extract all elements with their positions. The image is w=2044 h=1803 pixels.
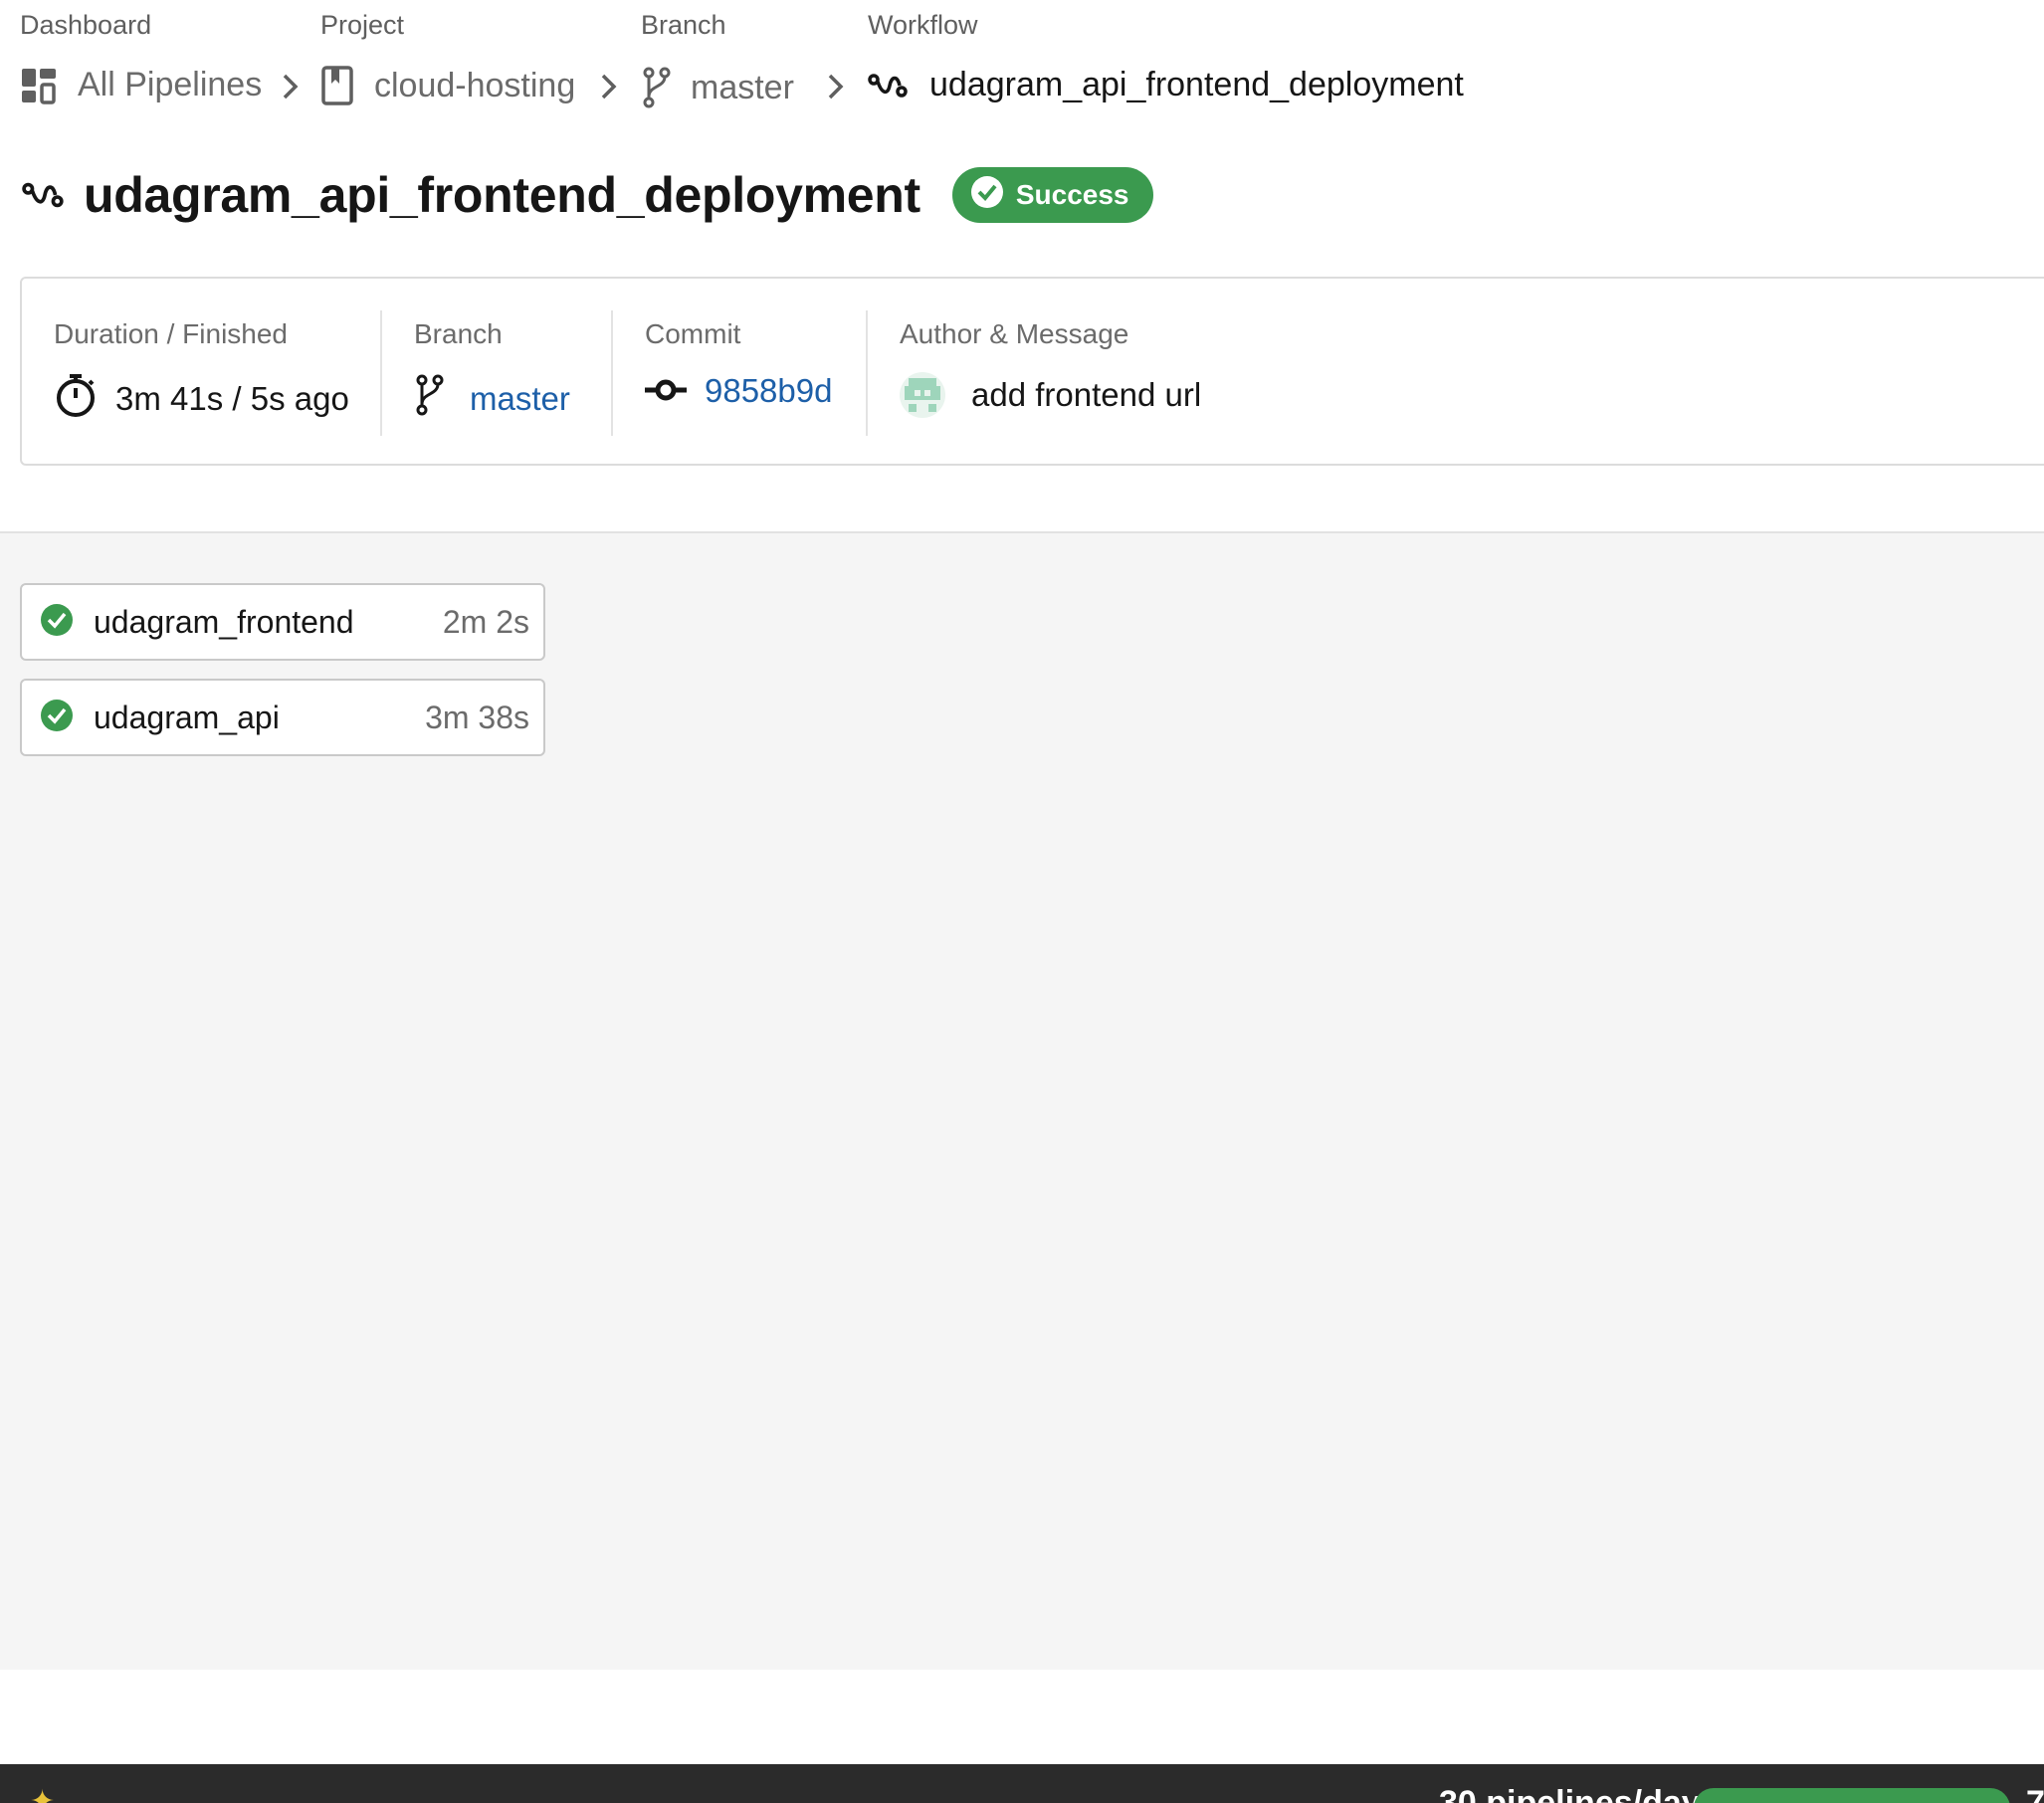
workflow-icon: [868, 70, 910, 101]
status-badge-label: Success: [1015, 179, 1129, 210]
footer-bar: ✦ 30 pipelines/day 7: [0, 1764, 2044, 1803]
duration-value: 3m 41s / 5s ago: [115, 380, 349, 417]
workflow-link[interactable]: udagram_api_frontend_deployment: [868, 66, 1464, 104]
project-label: cloud-hosting: [374, 66, 576, 104]
plan-usage-text: 30 pipelines/day: [1439, 1784, 1701, 1803]
upgrade-button[interactable]: [1694, 1788, 2010, 1803]
chevron-right-icon: [601, 74, 617, 100]
branch-icon: [414, 372, 444, 426]
breadcrumb-branch-label: Branch: [641, 10, 726, 40]
branch-info-label: Branch: [414, 318, 503, 349]
branch-link[interactable]: master: [641, 66, 794, 109]
breadcrumb-workflow-label: Workflow: [868, 10, 978, 40]
workflow-icon: [22, 173, 66, 217]
all-pipelines-link[interactable]: All Pipelines: [20, 66, 262, 104]
duration-label: Duration / Finished: [54, 318, 289, 349]
job-card[interactable]: udagram_api 3m 38s: [20, 679, 545, 756]
duration-value-row: 3m 41s / 5s ago: [54, 372, 349, 426]
avatar[interactable]: [900, 372, 945, 418]
project-link[interactable]: cloud-hosting: [320, 66, 575, 105]
stopwatch-icon: [54, 372, 98, 426]
branch-value-link[interactable]: master: [470, 380, 570, 418]
workflow-page: Dashboard All Pipelines Project cloud-ho…: [0, 0, 2044, 1803]
breadcrumb-dashboard-label: Dashboard: [20, 10, 152, 40]
page-title: udagram_api_frontend_deployment: [84, 167, 920, 223]
breadcrumb-project-label: Project: [320, 10, 405, 40]
workflow-graph: udagram_frontend 2m 2s udagram_api 3m 38…: [0, 531, 2044, 1670]
author-value-row: add frontend url: [900, 372, 1201, 418]
branch-label: master: [691, 68, 794, 106]
author-message-label: Author & Message: [900, 318, 1129, 349]
info-divider: [611, 310, 613, 436]
branch-value-row: master: [414, 372, 570, 426]
check-circle-icon: [970, 175, 1004, 216]
info-divider: [866, 310, 868, 436]
all-pipelines-label: All Pipelines: [78, 66, 263, 103]
job-name: udagram_api: [94, 699, 280, 735]
sparkle-icon: ✦: [30, 1785, 56, 1803]
commit-message: add frontend url: [971, 376, 1202, 413]
chevron-right-icon: [828, 74, 844, 100]
chevron-right-icon: [283, 74, 299, 100]
job-card[interactable]: udagram_frontend 2m 2s: [20, 583, 545, 661]
info-divider: [380, 310, 382, 436]
dashboard-icon: [20, 67, 58, 104]
commit-label: Commit: [645, 318, 741, 349]
branch-icon: [641, 66, 671, 109]
footer-trailing-text: 7: [2026, 1784, 2044, 1803]
status-badge: Success: [951, 167, 1153, 223]
commit-value-row: 9858b9d: [645, 372, 832, 410]
page-header: udagram_api_frontend_deployment Success: [22, 165, 1153, 225]
job-duration: 3m 38s: [425, 699, 529, 735]
workflow-info-card: Duration / Finished 3m 41s / 5s ago Bran…: [20, 277, 2044, 466]
breadcrumb: Dashboard All Pipelines Project cloud-ho…: [0, 0, 2044, 119]
job-name: udagram_frontend: [94, 603, 354, 640]
job-duration: 2m 2s: [442, 603, 529, 640]
workflow-label: udagram_api_frontend_deployment: [929, 66, 1464, 103]
commit-icon: [645, 372, 687, 410]
check-circle-icon: [40, 603, 74, 642]
commit-hash-link[interactable]: 9858b9d: [705, 372, 832, 410]
check-circle-icon: [40, 699, 74, 737]
bookmark-icon: [320, 66, 354, 105]
